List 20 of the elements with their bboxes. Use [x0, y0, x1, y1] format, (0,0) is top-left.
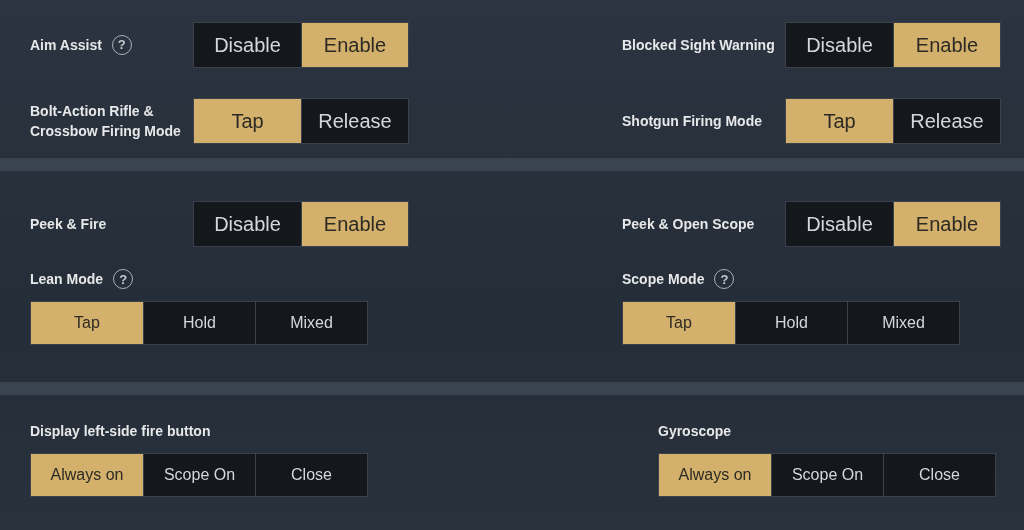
setting-label: Lean Mode: [30, 270, 104, 289]
option-button[interactable]: Enable: [893, 202, 1000, 246]
setting-label: Shotgun Firing Mode: [622, 111, 762, 131]
option-button[interactable]: Enable: [893, 23, 1000, 67]
setting-label: Peek & Open Scope: [622, 214, 755, 234]
setting-label: Peek & Fire: [30, 214, 107, 234]
option-button[interactable]: Always on: [659, 454, 771, 497]
option-button[interactable]: Enable: [301, 23, 408, 67]
option-button[interactable]: Tap: [31, 302, 143, 345]
option-button[interactable]: Tap: [194, 99, 301, 143]
option-button[interactable]: Tap: [623, 302, 735, 345]
setting-label: Scope Mode: [622, 270, 705, 289]
setting-label: Display left-side fire button: [30, 422, 211, 441]
option-button[interactable]: Enable: [301, 202, 408, 246]
option-button[interactable]: Always on: [31, 454, 143, 497]
option-button[interactable]: Tap: [786, 99, 893, 143]
setting-label: Aim Assist: [30, 35, 102, 55]
setting-label: Gyroscope: [658, 422, 732, 441]
setting-label: Blocked Sight Warning: [622, 35, 775, 55]
setting-label: Bolt-Action Rifle & Crossbow Firing Mode: [30, 101, 182, 141]
